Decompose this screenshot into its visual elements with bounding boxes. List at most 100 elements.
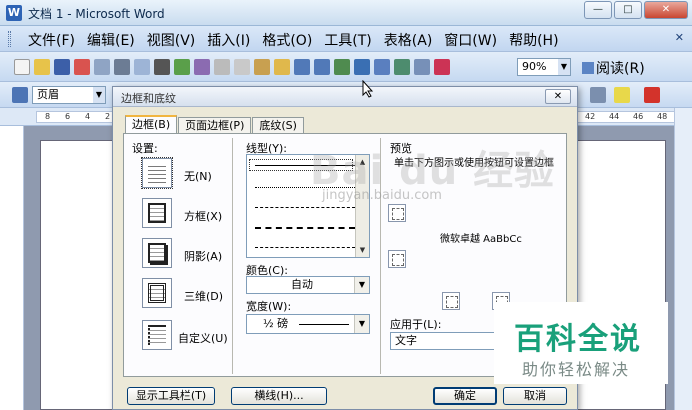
dialog-title-bar[interactable]: 边框和底纹 ✕ <box>113 87 577 107</box>
zoom-select[interactable]: 90% ▼ <box>517 58 571 76</box>
horizontal-line-button[interactable]: 横线(H)... <box>231 387 327 405</box>
setting-3d-label: 三维(D) <box>184 290 224 303</box>
word-app-icon: W <box>6 5 22 21</box>
setting-none-label: 无(N) <box>184 170 212 183</box>
print-preview-icon[interactable] <box>134 59 150 75</box>
hyperlink-icon[interactable] <box>334 59 350 75</box>
chevron-down-icon[interactable]: ▼ <box>93 87 105 103</box>
paste-icon[interactable] <box>254 59 270 75</box>
menu-help[interactable]: 帮助(H) <box>503 30 564 50</box>
drawing-icon[interactable] <box>434 59 450 75</box>
close-button[interactable]: ✕ <box>644 1 688 19</box>
maximize-button[interactable]: □ <box>614 1 642 19</box>
font-color-icon[interactable] <box>644 87 660 103</box>
indent-icon[interactable] <box>590 87 606 103</box>
setting-shadow-button[interactable] <box>142 238 172 268</box>
insert-excel-icon[interactable] <box>394 59 410 75</box>
line-option-dash-dot[interactable] <box>255 247 355 248</box>
show-toolbar-button[interactable]: 显示工具栏(T) <box>127 387 215 405</box>
menu-insert[interactable]: 插入(I) <box>201 30 256 50</box>
line-option-long-dash[interactable] <box>255 227 355 229</box>
vertical-ruler <box>10 126 24 410</box>
research-icon[interactable] <box>194 59 210 75</box>
ruler-number: 2 <box>105 112 111 121</box>
left-border-button[interactable] <box>442 292 460 310</box>
open-icon[interactable] <box>34 59 50 75</box>
setting-custom-button[interactable] <box>142 320 172 350</box>
color-select[interactable]: 自动 ▼ <box>246 276 370 294</box>
ok-button[interactable]: 确定 <box>433 387 497 405</box>
traditional-chinese-icon[interactable] <box>154 59 170 75</box>
cancel-button[interactable]: 取消 <box>503 387 567 405</box>
baidu-url-watermark: jingyan.baidu.com <box>322 188 442 203</box>
title-bar: W 文档 1 - Microsoft Word — □ ✕ <box>0 0 692 26</box>
dialog-close-button[interactable]: ✕ <box>545 89 571 104</box>
chevron-down-icon[interactable]: ▼ <box>558 59 570 75</box>
read-button[interactable]: 阅读(R) <box>582 58 645 78</box>
menu-view[interactable]: 视图(V) <box>141 30 202 50</box>
setting-custom-label: 自定义(U) <box>178 332 228 345</box>
menu-window[interactable]: 窗口(W) <box>438 30 503 50</box>
highlight-icon[interactable] <box>614 87 630 103</box>
close-document-icon[interactable]: ✕ <box>675 31 684 44</box>
window-title: 文档 1 - Microsoft Word <box>28 7 165 21</box>
line-option-dashed[interactable] <box>255 207 355 208</box>
setting-shadow-label: 阴影(A) <box>184 250 223 263</box>
width-line-sample <box>299 324 349 325</box>
copy-icon[interactable] <box>234 59 250 75</box>
read-icon <box>582 62 594 74</box>
cut-icon[interactable] <box>214 59 230 75</box>
save-icon[interactable] <box>54 59 70 75</box>
insert-table-icon[interactable] <box>374 59 390 75</box>
setting-box-label: 方框(X) <box>184 210 223 223</box>
grip-handle-icon[interactable] <box>8 31 11 47</box>
email-icon[interactable] <box>94 59 110 75</box>
mouse-cursor-icon <box>362 80 374 98</box>
scroll-down-icon[interactable]: ▼ <box>356 243 369 257</box>
minimize-button[interactable]: — <box>584 1 612 19</box>
vertical-scrollbar[interactable] <box>674 108 692 410</box>
style-select[interactable]: 页眉 ▼ <box>32 86 106 104</box>
brand-title: 百科全说 <box>514 322 642 357</box>
menu-table[interactable]: 表格(A) <box>378 30 439 50</box>
style-value: 页眉 <box>37 88 59 101</box>
tab-borders[interactable]: 边框(B) <box>125 115 178 134</box>
spelling-icon[interactable] <box>174 59 190 75</box>
setting-box-button[interactable] <box>142 198 172 228</box>
apply-to-value: 文字 <box>395 334 417 347</box>
inside-border-button[interactable] <box>388 250 406 268</box>
menu-format[interactable]: 格式(O) <box>256 30 318 50</box>
divider <box>232 138 233 374</box>
setting-none-button[interactable] <box>141 157 173 189</box>
ruler-number: 8 <box>45 112 51 121</box>
chevron-down-icon[interactable]: ▼ <box>354 277 369 293</box>
undo-icon[interactable] <box>294 59 310 75</box>
apply-to-select[interactable]: 文字 <box>390 332 500 350</box>
tables-borders-icon[interactable] <box>354 59 370 75</box>
dialog-title: 边框和底纹 <box>121 92 176 105</box>
top-border-button[interactable] <box>388 204 406 222</box>
brand-logo: 百科全说 助你轻松解决 <box>494 302 668 384</box>
styles-icon[interactable] <box>12 87 28 103</box>
redo-icon[interactable] <box>314 59 330 75</box>
width-label: 宽度(W): <box>246 300 292 313</box>
setting-3d-button[interactable] <box>142 278 172 308</box>
columns-icon[interactable] <box>414 59 430 75</box>
tab-page-borders[interactable]: 页面边框(P) <box>178 117 252 134</box>
ruler-number: 44 <box>609 112 620 121</box>
menu-tools[interactable]: 工具(T) <box>318 30 377 50</box>
ruler-number: 46 <box>633 112 644 121</box>
menu-edit[interactable]: 编辑(E) <box>81 30 141 50</box>
width-select[interactable]: ½ 磅 ▼ <box>246 314 370 334</box>
apply-to-label: 应用于(L): <box>390 318 442 331</box>
menu-file[interactable]: 文件(F) <box>22 30 81 50</box>
zoom-value: 90% <box>522 60 547 73</box>
permission-icon[interactable] <box>74 59 90 75</box>
chevron-down-icon[interactable]: ▼ <box>354 315 369 333</box>
brand-subtitle: 助你轻松解决 <box>522 360 631 379</box>
format-painter-icon[interactable] <box>274 59 290 75</box>
settings-label: 设置: <box>132 142 158 155</box>
print-icon[interactable] <box>114 59 130 75</box>
tab-shading[interactable]: 底纹(S) <box>252 117 304 134</box>
new-document-icon[interactable] <box>14 59 30 75</box>
